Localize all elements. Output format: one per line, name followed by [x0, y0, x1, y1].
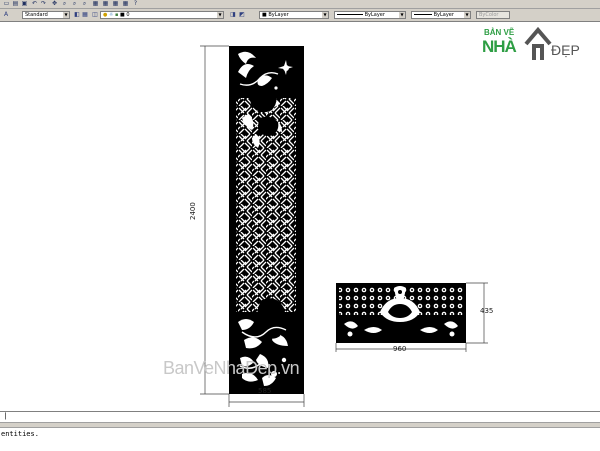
color-value: ByLayer [268, 12, 289, 18]
properties-icon[interactable]: ▦ [92, 1, 99, 7]
chevron-down-icon: ▼ [464, 12, 470, 18]
layer-freeze-sun-icon: ☼ [108, 12, 114, 18]
lineweight-sample [414, 14, 432, 15]
command-window-grip-icon: ▕ [1, 413, 6, 420]
chevron-down-icon: ▼ [217, 12, 223, 18]
open-icon[interactable]: ▤ [12, 1, 19, 7]
linetype-sample [337, 14, 363, 15]
command-window-splitter[interactable] [0, 422, 600, 428]
save-icon[interactable]: ▣ [21, 1, 28, 7]
command-line-window[interactable]: ▕ entities. [0, 411, 600, 451]
plotstyle-dropdown: ByColor [476, 11, 510, 19]
chevron-down-icon: ▼ [399, 12, 405, 18]
text-style-value: Standard [25, 12, 48, 18]
chevron-down-icon: ▼ [322, 12, 328, 18]
wide-panel-height-dim: 435 [480, 307, 494, 315]
site-logo: BẢN VẼ NHÀ ĐẸP [480, 26, 588, 70]
layer-on-bulb-icon: ● [103, 12, 108, 18]
drawing-canvas[interactable]: 2400 585 435 960 [0, 22, 600, 411]
lineweight-dropdown[interactable]: ByLayer ▼ [411, 11, 471, 19]
layer-manager-icon[interactable]: ◫ [92, 12, 98, 18]
watermark: BanVeNhaDep.vn [163, 358, 300, 378]
layer-value: 0 [126, 12, 130, 18]
standard-toolbar: ▭ ▤ ▣ ↶ ↷ ✥ ⌕ ⌕ ⌕ ▦ ▦ ▦ ▦ ? [0, 0, 600, 9]
make-current-layer-icon[interactable]: ◨ [230, 12, 236, 18]
color-swatch-icon: ■ [262, 12, 267, 18]
text-style-icon[interactable]: A [3, 12, 9, 18]
redo-icon[interactable]: ↷ [40, 1, 47, 7]
new-icon[interactable]: ▭ [3, 1, 10, 7]
color-dropdown[interactable]: ■ ByLayer ▼ [259, 11, 329, 19]
tall-panel[interactable] [229, 46, 304, 394]
linetype-dropdown[interactable]: ByLayer ▼ [334, 11, 406, 19]
text-style-dropdown[interactable]: Standard ▼ [22, 11, 70, 19]
drawing-svg [200, 45, 488, 407]
logo-dep-text: ĐẸP [551, 42, 580, 58]
layer-color-swatch-icon: ■ [120, 12, 125, 18]
tool-palettes-icon[interactable]: ▦ [112, 1, 119, 7]
plotstyle-value: ByColor [479, 12, 499, 18]
table-style-icon[interactable]: ▦ [82, 12, 88, 18]
chevron-down-icon: ▼ [63, 12, 69, 18]
layer-dropdown[interactable]: ● ☼ ▪ ■ 0 ▼ [100, 11, 224, 19]
undo-icon[interactable]: ↶ [31, 1, 38, 7]
wide-panel-width-dim: 960 [393, 345, 407, 353]
logo-nha-text: NHÀ [482, 37, 517, 56]
linetype-value: ByLayer [364, 12, 385, 18]
layer-lock-icon: ▪ [115, 12, 119, 18]
help-icon[interactable]: ? [132, 1, 139, 7]
zoom-realtime-icon[interactable]: ⌕ [61, 1, 68, 7]
layer-previous-icon[interactable]: ◩ [239, 12, 245, 18]
zoom-window-icon[interactable]: ⌕ [71, 1, 78, 7]
tall-panel-width-dim: 585 [258, 387, 272, 395]
lineweight-value: ByLayer [433, 12, 454, 18]
tall-panel-height-dim: 2400 [189, 202, 197, 220]
styles-layers-toolbar: A Standard ▼ ◧ ▦ ◫ ● ☼ ▪ ■ 0 ▼ ◨ ◩ ■ ByL… [0, 9, 600, 22]
pan-icon[interactable]: ✥ [51, 1, 58, 7]
logo-top-text: BẢN VẼ [484, 28, 515, 37]
dim-style-icon[interactable]: ◧ [74, 12, 80, 18]
command-history-text: entities. [1, 430, 39, 438]
zoom-previous-icon[interactable]: ⌕ [81, 1, 88, 7]
design-center-icon[interactable]: ▦ [102, 1, 109, 7]
calculator-icon[interactable]: ▦ [122, 1, 129, 7]
wide-panel[interactable] [336, 283, 466, 343]
